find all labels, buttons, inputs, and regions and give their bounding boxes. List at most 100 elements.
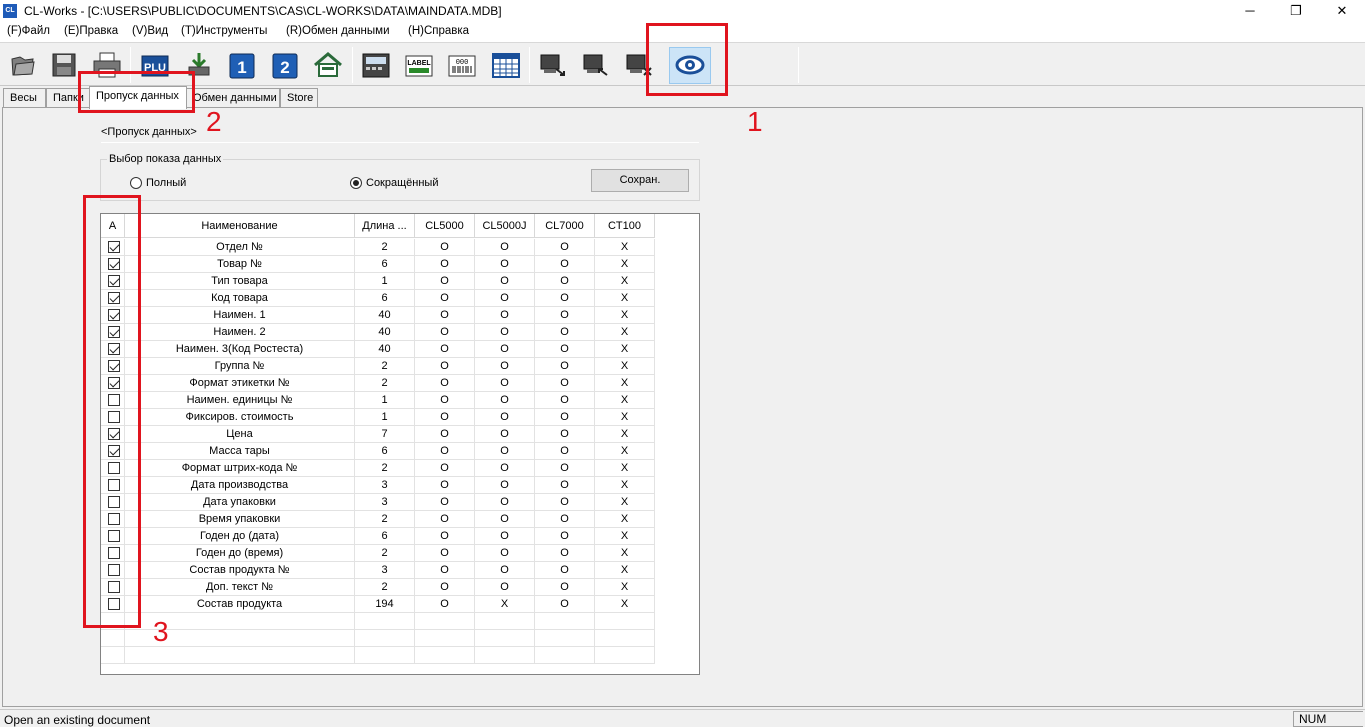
cell-name: Наимен. 2 xyxy=(125,324,355,341)
table-row[interactable]: Отдел № 2 O O O X xyxy=(101,239,699,256)
menu-data-exchange[interactable]: (R)Обмен данными xyxy=(286,25,390,37)
cell-ct100: X xyxy=(595,239,655,256)
table-row[interactable]: Цена 7 O O O X xyxy=(101,426,699,443)
menu-file[interactable]: (F)Файл xyxy=(7,25,50,37)
cell-len: 3 xyxy=(355,477,415,494)
open-folder-icon[interactable] xyxy=(3,47,41,83)
menu-tools[interactable]: (T)Инструменты xyxy=(181,25,267,37)
radio-short-label[interactable]: Сокращённый xyxy=(366,177,438,189)
close-button[interactable]: ✕ xyxy=(1319,0,1365,22)
cell-cl7000: O xyxy=(535,307,595,324)
table-row[interactable]: Формат штрих-кода № 2 O O O X xyxy=(101,460,699,477)
minimize-button[interactable]: ─ xyxy=(1227,0,1273,22)
maximize-button[interactable]: ❐ xyxy=(1273,0,1319,22)
section-divider xyxy=(101,142,699,143)
column-header-length[interactable]: Длина ... xyxy=(355,214,415,238)
cell-name: Группа № xyxy=(125,358,355,375)
table-row[interactable]: Группа № 2 O O O X xyxy=(101,358,699,375)
table-row[interactable]: Наимен. 3(Код Ростеста) 40 O O O X xyxy=(101,341,699,358)
table-row[interactable]: Товар № 6 O O O X xyxy=(101,256,699,273)
cell-cl5000: O xyxy=(415,494,475,511)
table-row[interactable]: Годен до (дата) 6 O O O X xyxy=(101,528,699,545)
radio-full-label[interactable]: Полный xyxy=(146,177,186,189)
table-row[interactable]: Состав продукта 194 O X O X xyxy=(101,596,699,613)
data-grid[interactable]: A Наименование Длина ... CL5000 CL5000J … xyxy=(100,213,700,675)
cell-name: Формат штрих-кода № xyxy=(125,460,355,477)
cell-name: Время упаковки xyxy=(125,511,355,528)
column-header-ct100[interactable]: CT100 xyxy=(595,214,655,238)
radio-full[interactable] xyxy=(130,177,142,189)
table-row[interactable]: Масса тары 6 O O O X xyxy=(101,443,699,460)
window-title: CL-Works - [C:\USERS\PUBLIC\DOCUMENTS\CA… xyxy=(24,4,502,18)
cell-len: 1 xyxy=(355,409,415,426)
table-row[interactable]: Код товара 6 O O O X xyxy=(101,290,699,307)
save-button[interactable]: Сохран. xyxy=(591,169,689,192)
annotation-box-1 xyxy=(646,23,728,96)
table-row[interactable]: Годен до (время) 2 O O O X xyxy=(101,545,699,562)
section-title: <Пропуск данных> xyxy=(101,126,197,138)
cell-ct100: X xyxy=(595,324,655,341)
cell-cl7000 xyxy=(535,630,595,647)
table-row[interactable]: Доп. текст № 2 O O O X xyxy=(101,579,699,596)
barcode-icon[interactable]: 000 xyxy=(443,47,481,83)
cell-name: Фиксиров. стоимость xyxy=(125,409,355,426)
cell-cl7000: O xyxy=(535,324,595,341)
tab-data-exchange[interactable]: Обмен данными xyxy=(186,88,280,108)
table-row[interactable] xyxy=(101,613,699,630)
cell-cl5000: O xyxy=(415,596,475,613)
label-icon[interactable]: LABEL xyxy=(400,47,438,83)
cell-ct100: X xyxy=(595,392,655,409)
table-row[interactable]: Дата упаковки 3 O O O X xyxy=(101,494,699,511)
receive-scale-icon[interactable] xyxy=(577,47,615,83)
cell-cl5000j: O xyxy=(475,290,535,307)
cell-cl5000j: O xyxy=(475,562,535,579)
column-header-name[interactable]: Наименование xyxy=(125,214,355,238)
table-row[interactable] xyxy=(101,647,699,664)
cell-len: 6 xyxy=(355,290,415,307)
column-header-cl7000[interactable]: CL7000 xyxy=(535,214,595,238)
tab-scales[interactable]: Весы xyxy=(3,88,46,108)
annotation-number-1: 1 xyxy=(747,106,763,137)
table-row[interactable]: Тип товара 1 O O O X xyxy=(101,273,699,290)
cell-len: 194 xyxy=(355,596,415,613)
table-grid-icon[interactable] xyxy=(487,47,525,83)
menu-edit[interactable]: (E)Правка xyxy=(64,25,118,37)
table-row[interactable]: Фиксиров. стоимость 1 O O O X xyxy=(101,409,699,426)
toolbar-separator xyxy=(529,47,530,83)
annotation-number-3: 3 xyxy=(153,616,169,647)
cell-cl5000 xyxy=(415,647,475,664)
table-row[interactable]: Формат этикетки № 2 O O O X xyxy=(101,375,699,392)
cell-len: 2 xyxy=(355,375,415,392)
table-row[interactable]: Наимен. 2 40 O O O X xyxy=(101,324,699,341)
cell-cl5000j xyxy=(475,613,535,630)
cell-cl5000j: O xyxy=(475,460,535,477)
tab-data-skip[interactable]: Пропуск данных xyxy=(89,86,187,109)
menu-view[interactable]: (V)Вид xyxy=(132,25,168,37)
display-mode-group-label: Выбор показа данных xyxy=(107,153,224,165)
cell-name: Доп. текст № xyxy=(125,579,355,596)
menu-help[interactable]: (H)Справка xyxy=(408,25,469,37)
cell-len: 2 xyxy=(355,511,415,528)
cell-len xyxy=(355,613,415,630)
scale-device-icon[interactable] xyxy=(357,47,395,83)
table-row[interactable]: Наимен. 1 40 O O O X xyxy=(101,307,699,324)
radio-short[interactable] xyxy=(350,177,362,189)
table-row[interactable]: Дата производства 3 O O O X xyxy=(101,477,699,494)
table-row[interactable]: Время упаковки 2 O O O X xyxy=(101,511,699,528)
number-2-icon[interactable]: 2 xyxy=(266,47,304,83)
svg-text:LABEL: LABEL xyxy=(407,60,431,67)
table-row[interactable] xyxy=(101,630,699,647)
cell-name: Товар № xyxy=(125,256,355,273)
send-scale-icon[interactable] xyxy=(534,47,572,83)
store-icon[interactable] xyxy=(309,47,347,83)
table-row[interactable]: Наимен. единицы № 1 O O O X xyxy=(101,392,699,409)
cell-cl7000: O xyxy=(535,358,595,375)
tab-store[interactable]: Store xyxy=(280,88,318,108)
number-1-icon[interactable]: 1 xyxy=(223,47,261,83)
column-header-cl5000[interactable]: CL5000 xyxy=(415,214,475,238)
table-row[interactable]: Состав продукта № 3 O O O X xyxy=(101,562,699,579)
column-header-cl5000j[interactable]: CL5000J xyxy=(475,214,535,238)
cell-len: 2 xyxy=(355,358,415,375)
cell-cl5000j: O xyxy=(475,239,535,256)
cell-cl5000 xyxy=(415,630,475,647)
